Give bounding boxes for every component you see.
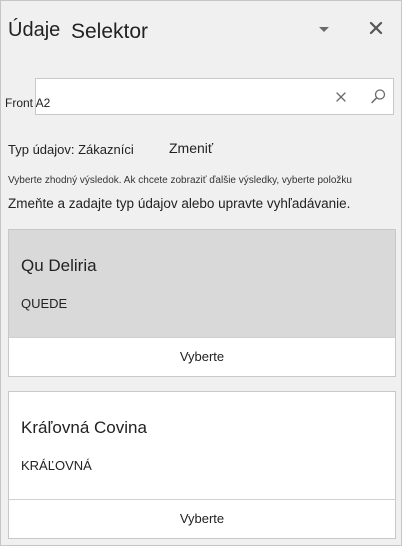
result-card-body[interactable]: Qu Deliria QUEDE <box>9 230 395 337</box>
description-text: Zmeňte a zadajte typ údajov alebo upravt… <box>8 196 351 211</box>
result-code: QUEDE <box>21 296 68 311</box>
result-card: Qu Deliria QUEDE Vyberte <box>8 229 396 377</box>
clear-icon <box>336 92 346 102</box>
result-card: Kráľovná Covina KRÁĽOVNÁ Vyberte <box>8 391 396 539</box>
clear-search-button[interactable] <box>334 90 348 104</box>
search-icon <box>371 89 386 104</box>
result-code: KRÁĽOVNÁ <box>21 458 92 473</box>
collapse-button[interactable] <box>313 19 335 39</box>
data-type-label: Typ údajov: Zákazníci <box>8 142 134 157</box>
chevron-down-icon <box>319 27 329 32</box>
pane-title: Údaje <box>8 19 61 41</box>
close-button[interactable] <box>365 17 387 39</box>
result-card-body[interactable]: Kráľovná Covina KRÁĽOVNÁ <box>9 392 395 499</box>
change-data-type-link[interactable]: Zmeniť <box>169 140 213 156</box>
select-button[interactable]: Vyberte <box>9 499 395 538</box>
data-selector-pane: Údaje Selektor Typ údajov: Zákazníci Zme… <box>0 0 402 546</box>
result-name: Kráľovná Covina <box>21 418 147 437</box>
result-name: Qu Deliria <box>21 256 97 275</box>
pane-subtitle: Selektor <box>71 20 149 43</box>
select-button[interactable]: Vyberte <box>9 337 395 376</box>
hint-text: Vyberte zhodný výsledok. Ak chcete zobra… <box>8 175 352 186</box>
search-input[interactable] <box>5 95 285 111</box>
close-icon <box>369 21 383 35</box>
search-button[interactable] <box>370 88 387 105</box>
